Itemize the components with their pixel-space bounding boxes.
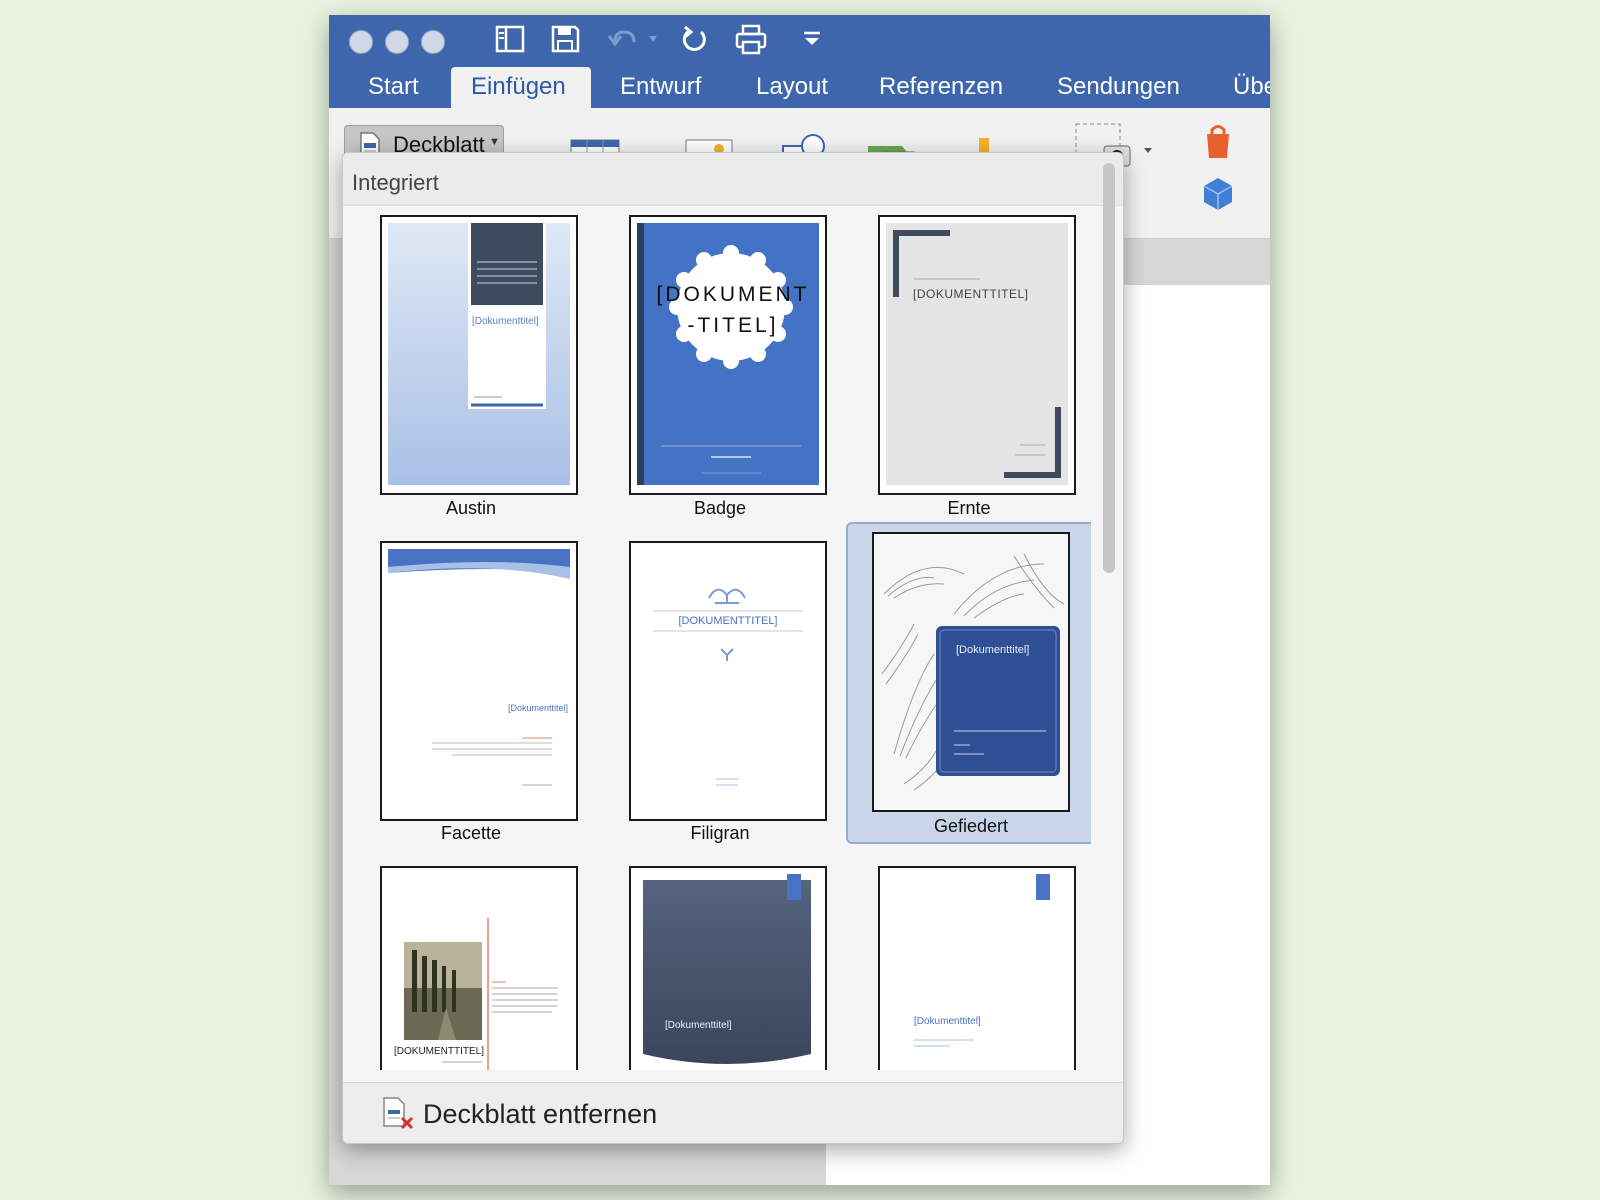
close-window-button[interactable] — [349, 30, 373, 54]
gallery-item-facette[interactable]: [Dokumenttitel] Facette — [354, 531, 604, 853]
caption-facette: Facette — [440, 823, 502, 843]
caption-filigran: Filigran — [690, 823, 750, 843]
gallery-item-badge[interactable]: [DOKUMENT -TITEL] Badge — [603, 206, 853, 528]
gallery-item-row3-2[interactable]: [Dokumenttitel] — [603, 856, 853, 1070]
minimize-window-button[interactable] — [385, 30, 409, 54]
thumbnail-badge: [DOKUMENT -TITEL] — [629, 215, 827, 495]
section-title: Integriert — [352, 170, 439, 195]
tab-sendungen[interactable]: Sendungen — [1037, 67, 1200, 108]
save-icon[interactable] — [549, 24, 585, 58]
caption-badge: Badge — [693, 498, 747, 518]
thumbnail-austin: [Dokumenttitel] — [380, 215, 578, 495]
gallery-item-austin[interactable]: [Dokumenttitel] Austin — [354, 206, 604, 528]
tab-entwurf[interactable]: Entwurf — [600, 67, 721, 108]
tab-ueberpruefen[interactable]: Übe — [1213, 67, 1270, 108]
gallery-item-gefiedert[interactable]: [Dokumenttitel] Gefiedert — [846, 522, 1091, 844]
gallery-item-row3-3[interactable]: [Dokumenttitel] — [852, 856, 1091, 1070]
customize-toolbar-icon[interactable] — [799, 24, 835, 58]
redo-icon[interactable] — [679, 24, 715, 58]
gallery-scrollbar[interactable] — [1103, 163, 1115, 573]
print-icon[interactable] — [734, 24, 770, 58]
thumbnail-ernte: [DOKUMENTTITEL] — [878, 215, 1076, 495]
cover-page-gallery: Integriert [Dokumenttitel] Austin [DOKUM… — [342, 152, 1124, 1144]
gallery-item-filigran[interactable]: [DOKUMENTTITEL] Filigran — [603, 531, 853, 853]
thumbnail-gefiedert: [Dokumenttitel] — [872, 532, 1070, 812]
dropdown-arrow-icon: ▼ — [489, 136, 500, 148]
remove-cover-page-button[interactable]: Deckblatt entfernen — [343, 1082, 1123, 1143]
caption-ernte: Ernte — [947, 498, 991, 518]
tab-referenzen[interactable]: Referenzen — [859, 67, 1023, 108]
tab-layout[interactable]: Layout — [736, 67, 848, 108]
gallery-grid: [Dokumenttitel] Austin [DOKUMENT -TITEL] — [343, 206, 1091, 1070]
gallery-item-ernte[interactable]: [DOKUMENTTITEL] Ernte — [852, 206, 1091, 528]
thumbnail-facette: [Dokumenttitel] — [380, 541, 578, 821]
thumbnail-filigran: [DOKUMENTTITEL] — [629, 541, 827, 821]
tab-einfuegen[interactable]: Einfügen — [451, 67, 591, 108]
gallery-item-row3-1[interactable]: [DOKUMENTTITEL] — [354, 856, 604, 1070]
store-icon[interactable] — [1201, 122, 1235, 160]
thumbnail-row3-3: [Dokumenttitel] — [878, 866, 1076, 1070]
zoom-window-button[interactable] — [421, 30, 445, 54]
addins-icon[interactable] — [1201, 176, 1235, 212]
remove-cover-page-icon — [381, 1096, 415, 1135]
undo-icon[interactable] — [607, 24, 663, 58]
caption-austin: Austin — [445, 498, 497, 518]
caption-gefiedert: Gefiedert — [933, 816, 1009, 836]
title-bar: Start Einfügen Entwurf Layout Referenzen… — [329, 15, 1270, 108]
sidebar-toggle-icon[interactable] — [494, 24, 530, 58]
thumbnail-row3-2: [Dokumenttitel] — [629, 866, 827, 1070]
tab-start[interactable]: Start — [348, 67, 439, 108]
thumbnail-row3-1: [DOKUMENTTITEL] — [380, 866, 578, 1070]
gallery-section-header: Integriert — [343, 153, 1123, 206]
remove-cover-page-label: Deckblatt entfernen — [423, 1099, 658, 1129]
ribbon-tabs: Start Einfügen Entwurf Layout Referenzen… — [329, 67, 1270, 108]
